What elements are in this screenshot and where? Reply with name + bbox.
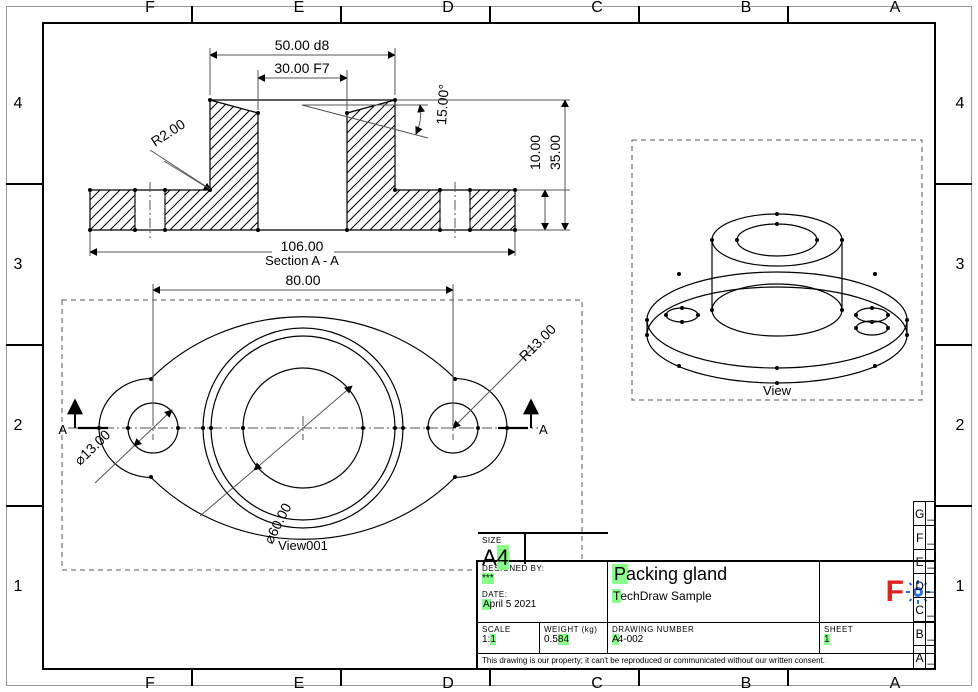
weight-label: WEIGHT (kg) xyxy=(544,625,603,634)
zone-label: C xyxy=(557,0,637,16)
zone-label: 4 xyxy=(0,95,36,113)
zone-label: A xyxy=(855,676,935,692)
zone-tick xyxy=(6,344,42,346)
weight: 84 xyxy=(558,634,569,645)
zone-label: 2 xyxy=(0,417,36,435)
drawing-page: 4 3 2 1 4 3 2 1 F E D C B A F E D C B A xyxy=(0,0,978,692)
title: acking gland xyxy=(626,564,727,584)
disclaimer: This drawing is our property; it can't b… xyxy=(478,654,934,668)
sheet: 1 xyxy=(824,634,830,645)
zone-tick xyxy=(6,505,42,507)
zone-label: E xyxy=(259,676,339,692)
zone-tick xyxy=(936,183,972,185)
zone-tick xyxy=(6,183,42,185)
zone-label: 3 xyxy=(0,256,36,274)
zone-label: C xyxy=(557,676,637,692)
designed-by: *** xyxy=(482,573,494,584)
zone-tick xyxy=(638,670,640,686)
subtitle: echDraw Sample xyxy=(620,589,711,603)
zone-label: D xyxy=(408,676,488,692)
zone-tick xyxy=(191,670,193,686)
zone-label: D xyxy=(408,0,488,16)
logo-icon: F xyxy=(886,575,904,609)
zone-label: 1 xyxy=(0,578,36,596)
zone-tick xyxy=(489,670,491,686)
zone-label: 1 xyxy=(942,578,978,596)
zone-label: A xyxy=(855,0,935,16)
zone-tick xyxy=(489,6,491,22)
zone-tick xyxy=(191,6,193,22)
zone-tick xyxy=(340,6,342,22)
drawing-number: 4-002 xyxy=(618,634,644,645)
date: pril 5 2021 xyxy=(490,599,537,610)
designed-by-label: DESIGNED BY: xyxy=(482,564,603,573)
zone-tick xyxy=(936,505,972,507)
zone-tick xyxy=(787,6,789,22)
zone-label: F xyxy=(110,676,190,692)
zone-label: E xyxy=(259,0,339,16)
date-label: DATE: xyxy=(482,590,603,599)
zone-label: B xyxy=(706,676,786,692)
zone-label: F xyxy=(110,0,190,16)
zone-label: 2 xyxy=(942,417,978,435)
zone-label: 3 xyxy=(942,256,978,274)
zone-tick xyxy=(787,670,789,686)
zone-label: B xyxy=(706,0,786,16)
scale-label: SCALE xyxy=(482,625,535,634)
zone-label: 4 xyxy=(942,95,978,113)
dn-label: DRAWING NUMBER xyxy=(612,625,815,634)
zone-tick xyxy=(936,344,972,346)
zone-tick xyxy=(340,670,342,686)
title-block: DESIGNED BY: *** DATE: April 5 2021 Pack… xyxy=(476,560,936,670)
scale: 1 xyxy=(490,634,496,645)
zone-tick xyxy=(638,6,640,22)
